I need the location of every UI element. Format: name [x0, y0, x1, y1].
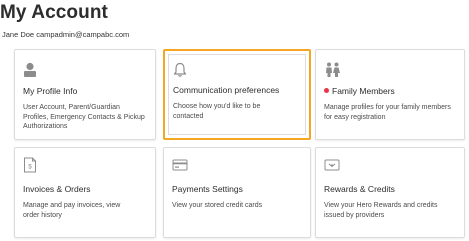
- user-account-line: Jane Doe campadmin@campabc.com: [2, 30, 130, 39]
- my-profile-info-card[interactable]: My Profile Info User Account, Parent/Gua…: [14, 49, 156, 140]
- card-title: Payments Settings: [172, 184, 243, 194]
- invoice-icon: $: [23, 157, 37, 173]
- rewards-card-icon: [324, 158, 340, 174]
- payments-settings-card[interactable]: Payments Settings View your stored credi…: [163, 147, 311, 238]
- card-description: Choose how you'd like to be contacted: [173, 103, 261, 120]
- rewards-credits-card[interactable]: Rewards & Credits View your Hero Rewards…: [315, 147, 465, 238]
- card-title: Communication preferences: [173, 85, 280, 95]
- family-icon: [324, 62, 342, 78]
- person-icon: [23, 62, 37, 78]
- card-title: My Profile Info: [23, 86, 78, 96]
- card-description: View your Hero Rewards and credits issue…: [324, 202, 438, 219]
- communication-preferences-card[interactable]: Communication preferences Choose how you…: [163, 49, 311, 140]
- invoices-orders-card[interactable]: $ Invoices & Orders Manage and pay invoi…: [14, 147, 156, 238]
- notification-dot: [324, 88, 329, 93]
- credit-card-icon: [172, 158, 188, 174]
- card-title: Rewards & Credits: [324, 184, 395, 194]
- card-title: Invoices & Orders: [23, 184, 91, 194]
- page-title: My Account: [0, 2, 108, 23]
- card-description: User Account, Parent/Guardian Profiles, …: [23, 104, 145, 131]
- svg-text:$: $: [28, 165, 32, 171]
- card-description: View your stored credit cards: [172, 202, 263, 209]
- card-title-text: Family Members: [332, 86, 395, 96]
- family-members-card[interactable]: Family Members Manage profiles for your …: [315, 49, 465, 140]
- card-title: Family Members: [324, 86, 395, 96]
- bell-icon: [173, 62, 187, 78]
- card-description: Manage and pay invoices, view order hist…: [23, 202, 121, 219]
- card-description: Manage profiles for your family members …: [324, 104, 451, 121]
